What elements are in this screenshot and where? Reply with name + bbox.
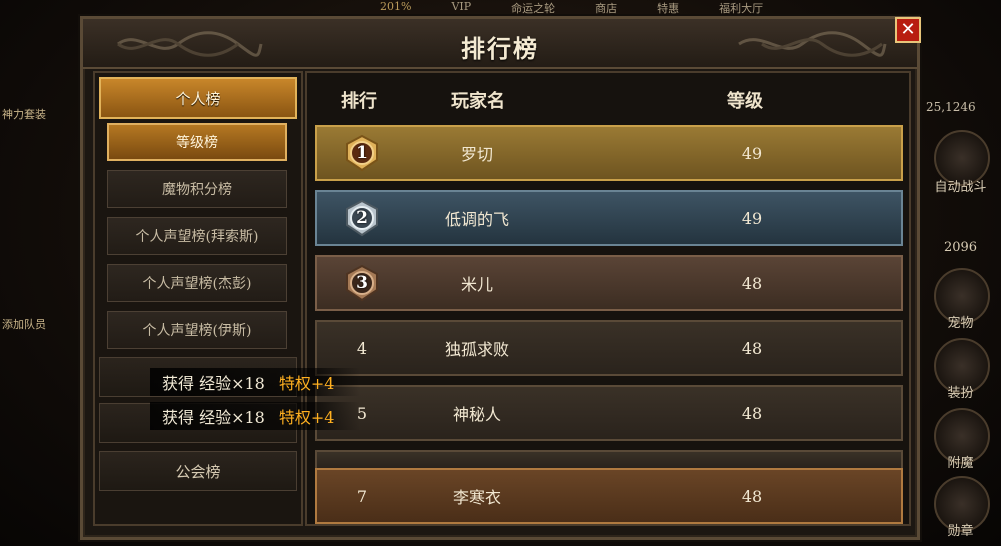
auto-battle-label: 自动战斗: [934, 180, 987, 195]
player-level: 49: [741, 208, 763, 228]
reward-toast: 获得 经验×18 特权+4: [150, 368, 360, 396]
pet-label: 宠物: [947, 316, 974, 331]
top-vip[interactable]: VIP: [451, 0, 471, 14]
rank-number: 4: [356, 338, 368, 358]
top-welfare[interactable]: 福利大厅: [719, 0, 763, 15]
close-icon: ✕: [900, 19, 916, 40]
player-name: 独孤求败: [444, 340, 509, 359]
power-value: 2096: [943, 240, 978, 255]
table-row[interactable]: 4 独孤求败 48: [315, 320, 903, 376]
rank-number: 1: [356, 143, 368, 163]
player-name: 神秘人: [452, 405, 501, 424]
header-rank: 排行: [341, 91, 377, 112]
player-name: 李寒衣: [452, 488, 501, 507]
toast-gain: 获得 经验×18: [162, 374, 265, 393]
top-wheel[interactable]: 命运之轮: [511, 0, 555, 15]
tab-guild[interactable]: 公会榜: [99, 451, 297, 491]
player-name: 罗切: [460, 145, 493, 164]
player-level: 48: [741, 486, 763, 506]
leaderboard-panel: 排行榜 ✕ 个人榜 等级榜 魔物积分榜 个人声望榜(拜索斯) 个人声望榜(杰彭)…: [80, 16, 921, 540]
table-row[interactable]: 7 李寒衣 48: [315, 468, 903, 524]
dress-label: 装扮: [947, 386, 974, 401]
header-level: 等级: [727, 91, 763, 112]
table-row-partial: [315, 450, 903, 468]
top-deals[interactable]: 特惠: [657, 0, 679, 15]
add-team-label[interactable]: 添加队员: [2, 316, 46, 332]
reward-toast: 获得 经验×18 特权+4: [150, 402, 360, 430]
right-action-strip: 自动战斗 2096 宠物 装扮 附魔 勋章: [920, 0, 1001, 546]
category-nav: 个人榜 等级榜 魔物积分榜 个人声望榜(拜索斯) 个人声望榜(杰彭) 个人声望榜…: [93, 71, 303, 526]
suit-label: 神力套装: [2, 108, 46, 121]
player-level: 48: [741, 403, 763, 423]
tab-monster-score[interactable]: 魔物积分榜: [107, 170, 287, 208]
rank-number: 3: [356, 273, 368, 293]
player-name: 低调的飞: [444, 210, 509, 229]
tab-reputation-yisi[interactable]: 个人声望榜(伊斯): [107, 311, 287, 349]
panel-title: 排行榜: [461, 34, 539, 63]
tab-reputation-jiepeng[interactable]: 个人声望榜(杰彭): [107, 264, 287, 302]
table-row[interactable]: 3 米儿 48: [315, 255, 903, 311]
enchant-label: 附魔: [947, 456, 974, 471]
header-player: 玩家名: [451, 91, 505, 112]
table-row[interactable]: 2 低调的飞 49: [315, 190, 903, 246]
player-level: 48: [741, 338, 763, 358]
player-level: 49: [741, 143, 763, 163]
rank-number: 2: [356, 208, 368, 228]
top-percent: 201%: [380, 0, 412, 13]
panel-header: 排行榜: [83, 19, 917, 69]
table-row[interactable]: 1 罗切 49: [315, 125, 903, 181]
table-row[interactable]: 5 神秘人 48: [315, 385, 903, 441]
top-shop[interactable]: 商店: [595, 0, 617, 15]
ranking-table: 排行 玩家名 等级 1 罗切 49 2 低调的飞 49 3 米儿 48 4 独孤…: [305, 71, 911, 526]
player-name: 米儿: [460, 275, 493, 294]
toast-privilege: 特权+4: [278, 374, 335, 393]
medal-label: 勋章: [947, 524, 974, 539]
tab-personal[interactable]: 个人榜: [99, 77, 297, 119]
toast-gain: 获得 经验×18: [162, 408, 265, 427]
tab-level[interactable]: 等级榜: [107, 123, 287, 161]
toast-privilege: 特权+4: [278, 408, 335, 427]
close-button[interactable]: ✕: [895, 17, 921, 43]
top-menu-bar: 201% VIP 命运之轮 商店 特惠 福利大厅: [380, 0, 900, 15]
tab-reputation-baisuosi[interactable]: 个人声望榜(拜索斯): [107, 217, 287, 255]
rank-number: 7: [356, 486, 368, 506]
player-level: 48: [741, 273, 763, 293]
left-status-strip: 神力套装 添加队员: [0, 60, 80, 360]
